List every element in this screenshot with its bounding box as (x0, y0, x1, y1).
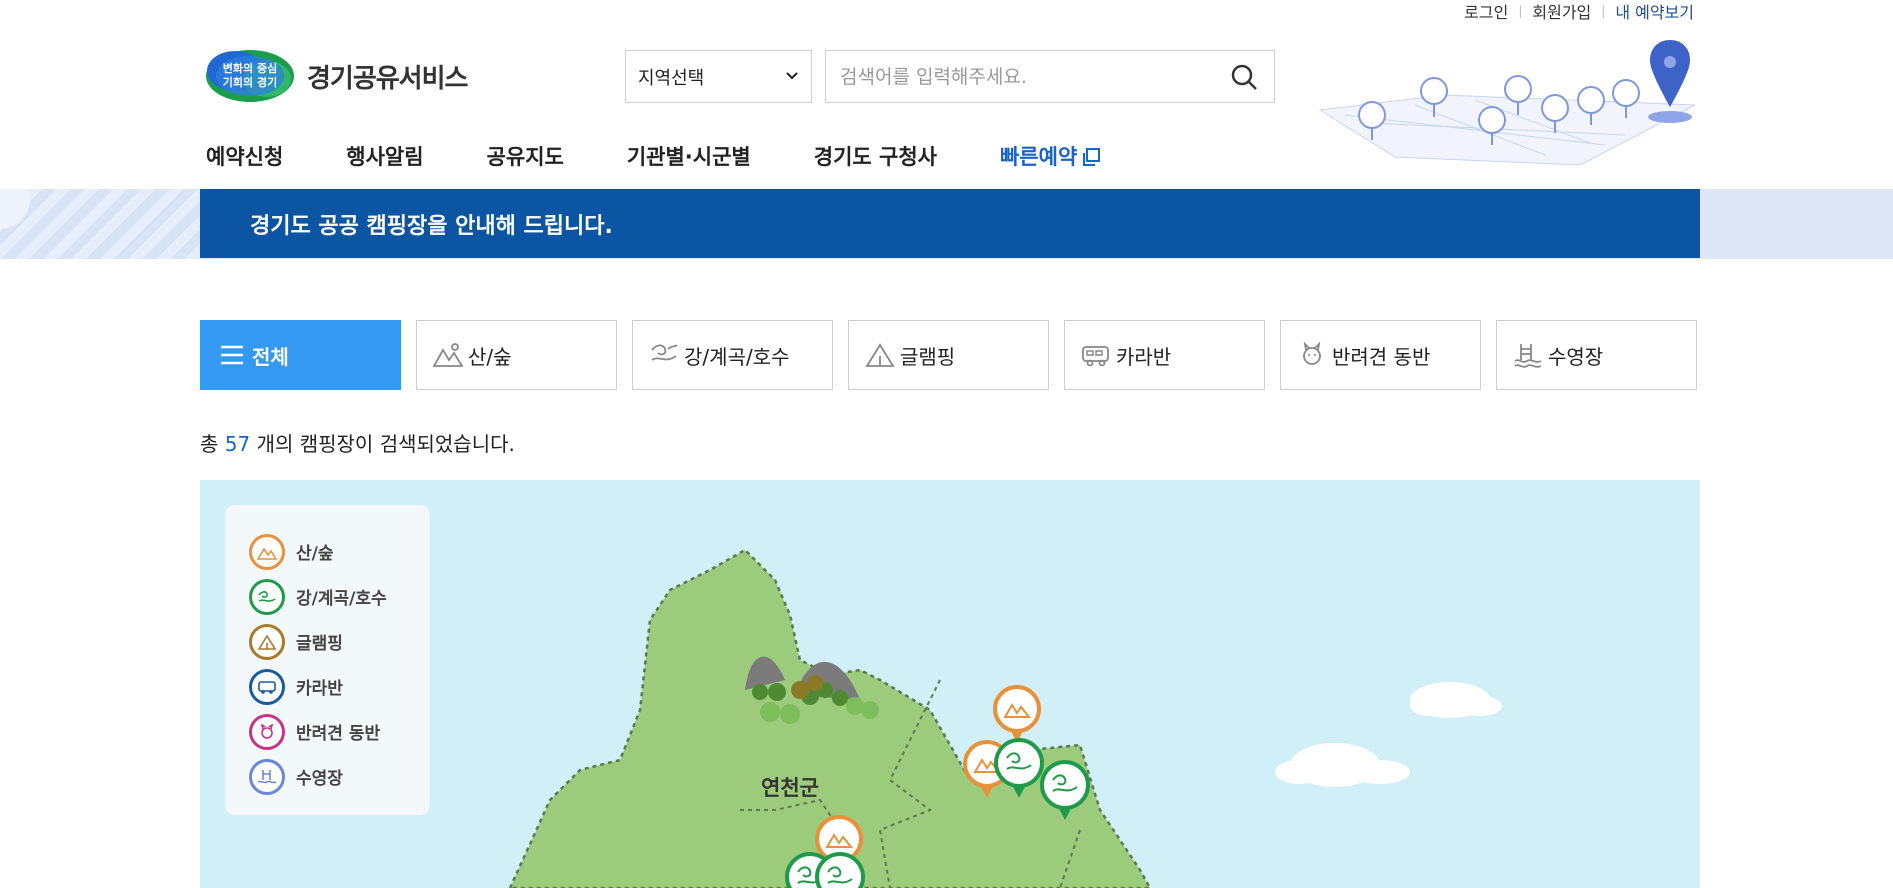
legend-label: 산/숲 (296, 544, 334, 564)
tab-label: 수영장 (1548, 344, 1604, 369)
tab-all[interactable]: 전체 (200, 320, 401, 390)
legend-label: 글램핑 (296, 634, 343, 654)
legend-item-caravan[interactable]: 카라반 (249, 664, 430, 709)
join-link[interactable]: 회원가입 (1532, 0, 1591, 23)
pool-icon (249, 758, 285, 795)
pet-icon (1297, 340, 1327, 370)
camping-map[interactable]: 연천군 산/숲 강/계곡/호수 글램핑 카라반 반려견 동반 수영장 (200, 480, 1700, 888)
tent-icon (865, 340, 895, 370)
pet-icon (249, 713, 285, 750)
divider: | (1518, 4, 1523, 18)
region-select[interactable]: 지역선택 (625, 50, 812, 103)
map-marker-mountain[interactable] (993, 685, 1041, 745)
nav-item-by-agency[interactable]: 기관별·시군별 (627, 141, 751, 171)
tab-river[interactable]: 강/계곡/호수 (632, 320, 833, 390)
nav-item-shared-map[interactable]: 공유지도 (487, 141, 564, 171)
main-nav: 예약신청 행사알림 공유지도 기관별·시군별 경기도 구청사 빠른예약 (206, 141, 1163, 171)
caravan-icon (249, 668, 285, 705)
nav-item-events[interactable]: 행사알림 (346, 141, 423, 171)
utility-nav: 로그인 | 회원가입 | 내 예약보기 (1464, 0, 1694, 22)
tab-label: 카라반 (1116, 344, 1172, 369)
nav-item-quick-reservation[interactable]: 빠른예약 (999, 141, 1101, 171)
mountain-icon (249, 533, 285, 570)
map-marker-river[interactable] (815, 852, 865, 888)
result-prefix: 총 (200, 432, 219, 456)
search-box (825, 50, 1275, 103)
banner-text: 경기도 공공 캠핑장을 안내해 드립니다. (250, 213, 613, 239)
legend-item-pool[interactable]: 수영장 (249, 754, 430, 799)
legend-label: 강/계곡/호수 (296, 589, 387, 609)
map-region-label: 연천군 (761, 776, 819, 800)
search-icon[interactable] (1228, 61, 1260, 93)
login-link[interactable]: 로그인 (1464, 0, 1508, 23)
site-logo[interactable]: 변화의 중심 기회의 경기 경기공유서비스 (205, 49, 468, 103)
my-reservation-link[interactable]: 내 예약보기 (1615, 0, 1694, 23)
legend-label: 카라반 (296, 679, 343, 699)
result-number: 57 (224, 432, 251, 456)
tab-caravan[interactable]: 카라반 (1064, 320, 1265, 390)
site-name: 경기공유서비스 (307, 63, 468, 94)
tab-pet[interactable]: 반려견 동반 (1280, 320, 1481, 390)
tab-label: 전체 (252, 344, 289, 369)
nav-item-reservation[interactable]: 예약신청 (206, 141, 283, 171)
nav-item-gyeonggi-office[interactable]: 경기도 구청사 (814, 141, 937, 171)
logo-badge-line1: 변화의 중심 (222, 62, 278, 75)
page-banner: 경기도 공공 캠핑장을 안내해 드립니다. (200, 189, 1700, 258)
tab-mountain[interactable]: 산/숲 (416, 320, 617, 390)
chevron-down-icon (785, 66, 799, 87)
tab-label: 반려견 동반 (1332, 344, 1431, 369)
logo-badge: 변화의 중심 기회의 경기 (205, 49, 295, 103)
result-count: 총 57 개의 캠핑장이 검색되었습니다. (200, 428, 515, 457)
quick-reservation-label: 빠른예약 (999, 145, 1078, 169)
tab-label: 글램핑 (900, 344, 956, 369)
divider: | (1601, 4, 1606, 18)
region-select-value: 지역선택 (638, 67, 705, 89)
map-marker-river[interactable] (1040, 760, 1090, 822)
menu-icon (217, 340, 247, 370)
mountain-icon (433, 340, 463, 370)
pool-icon (1513, 340, 1543, 370)
tent-icon (249, 623, 285, 660)
river-icon (249, 578, 285, 615)
search-input[interactable] (840, 65, 1228, 88)
map-marker-river[interactable] (994, 738, 1044, 800)
legend-label: 수영장 (296, 769, 343, 789)
river-icon (649, 340, 679, 370)
external-link-icon (1082, 147, 1101, 166)
tab-pool[interactable]: 수영장 (1496, 320, 1697, 390)
header-illustration (1315, 35, 1697, 166)
result-suffix: 개의 캠핑장이 검색되었습니다. (256, 432, 515, 456)
tab-label: 강/계곡/호수 (684, 344, 790, 369)
caravan-icon (1081, 340, 1111, 370)
legend-item-mountain[interactable]: 산/숲 (249, 529, 430, 574)
legend-item-glamping[interactable]: 글램핑 (249, 619, 430, 664)
map-legend: 산/숲 강/계곡/호수 글램핑 카라반 반려견 동반 수영장 (225, 505, 430, 815)
legend-item-river[interactable]: 강/계곡/호수 (249, 574, 430, 619)
legend-item-pet[interactable]: 반려견 동반 (249, 709, 430, 754)
tab-label: 산/숲 (468, 344, 512, 369)
tab-glamping[interactable]: 글램핑 (848, 320, 1049, 390)
logo-badge-line2: 기회의 경기 (222, 76, 278, 89)
category-tabs: 전체 산/숲 강/계곡/호수 글램핑 카라반 반려견 동반 수영장 (200, 320, 1712, 390)
legend-label: 반려견 동반 (296, 724, 381, 744)
